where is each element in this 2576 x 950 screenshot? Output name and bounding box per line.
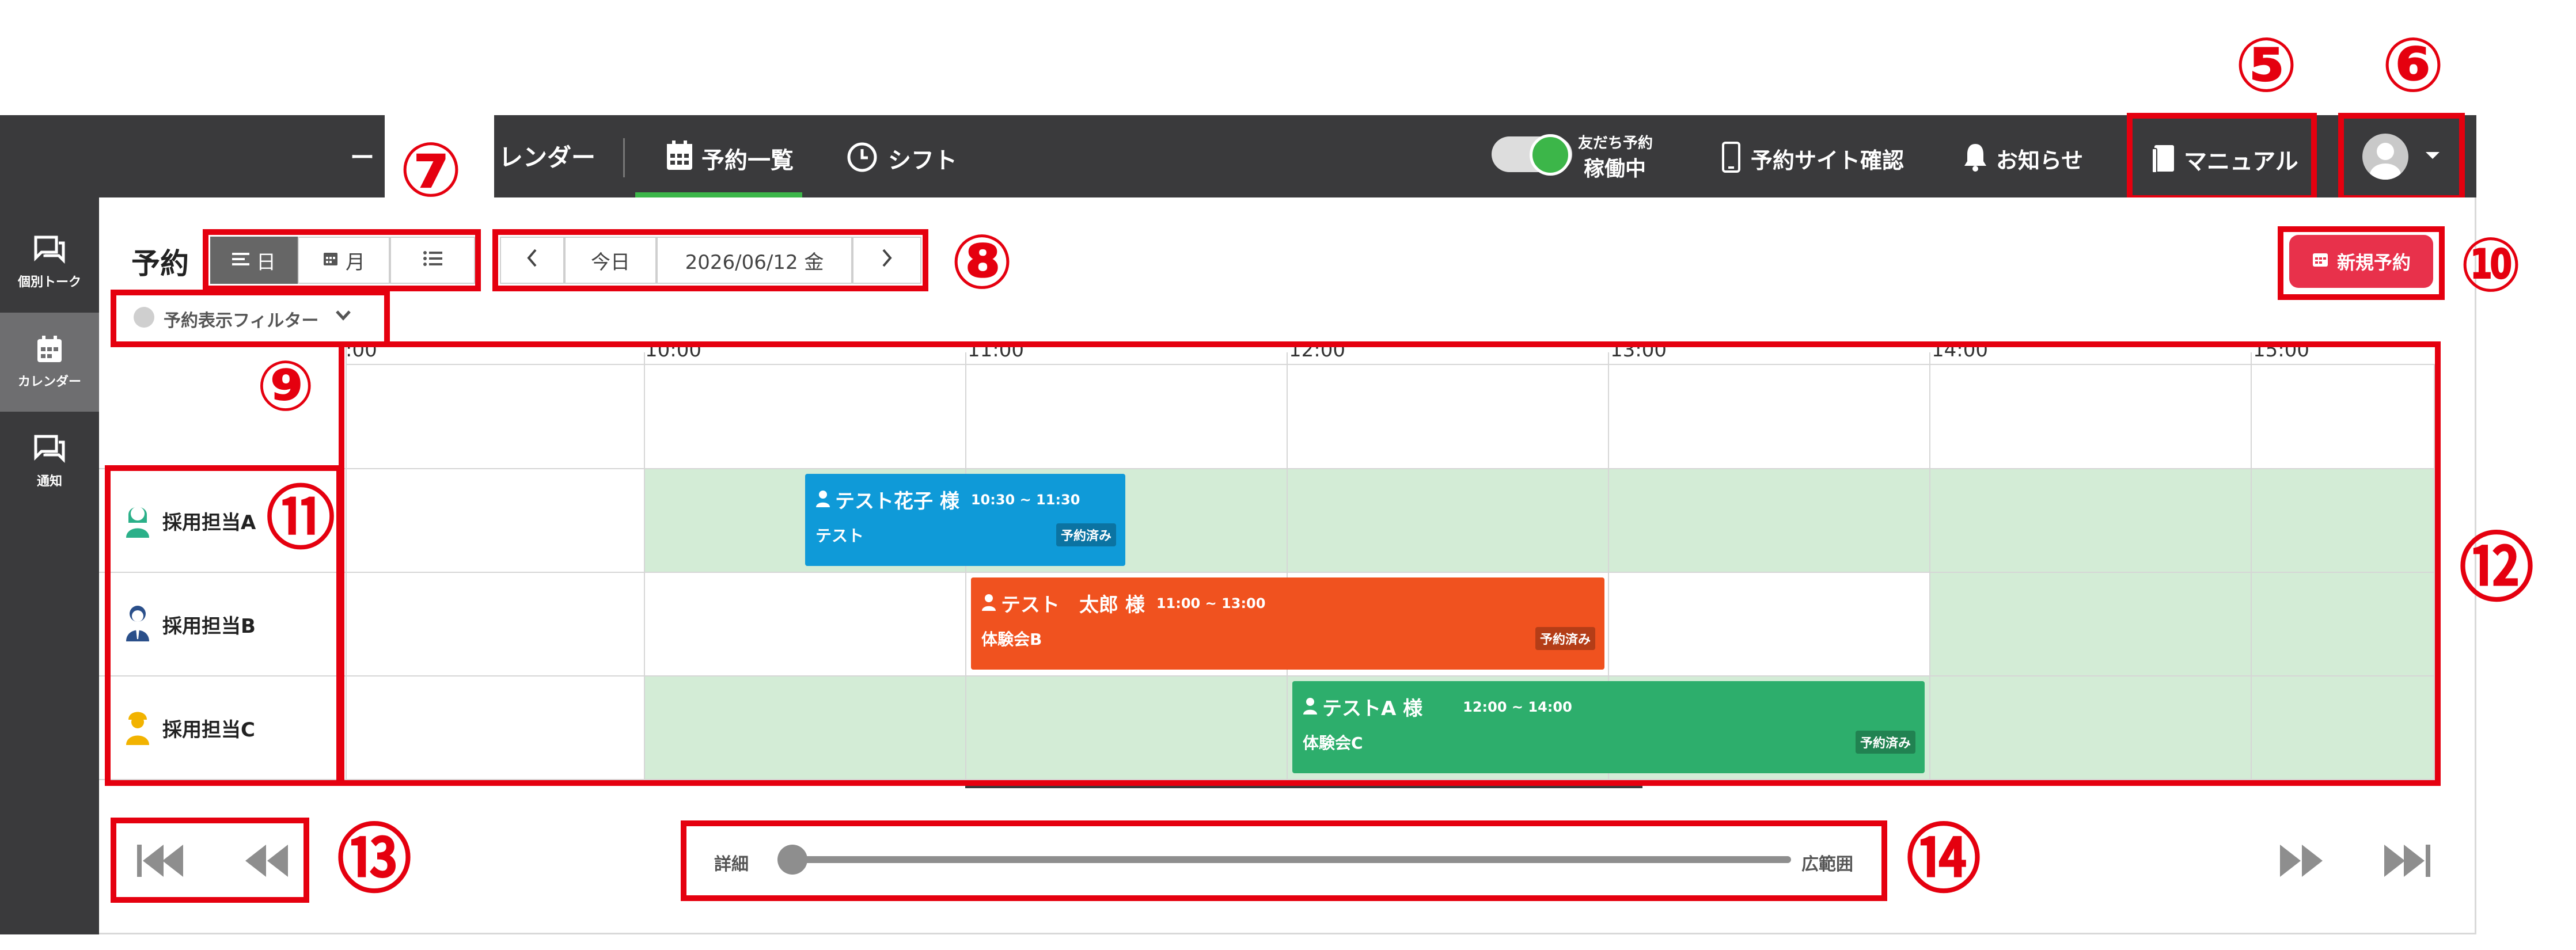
zoom-slider-thumb[interactable] <box>777 845 807 875</box>
rewind-icon[interactable] <box>242 842 290 881</box>
page-title: 予約 <box>131 247 189 280</box>
nav-site-check[interactable]: 予約サイト確認 <box>1751 143 1904 174</box>
friend-booking-status: 稼働中 <box>1584 157 1646 181</box>
sidebar-item-calendar[interactable]: カレンダー <box>0 313 99 412</box>
jump-start-icon[interactable] <box>136 842 184 881</box>
next-day-button[interactable] <box>852 237 921 284</box>
prev-day-button[interactable] <box>500 237 564 284</box>
annotation-5: ⑤ <box>2234 21 2298 109</box>
zoom-min-label: 詳細 <box>714 854 749 875</box>
annotation-8: ⑧ <box>950 218 1014 306</box>
active-tab-underline <box>635 192 802 197</box>
toggle-knob <box>1530 134 1571 176</box>
nav-divider <box>623 138 625 177</box>
annotation-7: ⑦ <box>399 126 463 214</box>
chat-icon <box>33 434 66 465</box>
staff-name: 採用担当C <box>162 719 255 742</box>
fast-forward-icon[interactable] <box>2278 842 2326 881</box>
annotation-6: ⑥ <box>2381 21 2445 109</box>
view-month-label: 月 <box>346 250 365 274</box>
sidebar-item-label: 個別トーク <box>17 275 81 290</box>
chevron-down-icon[interactable] <box>2426 152 2440 159</box>
sidebar-item-talk[interactable]: 個別トーク <box>0 213 99 312</box>
book-icon <box>2151 144 2176 174</box>
phone-icon <box>1722 142 1740 173</box>
clock-icon <box>847 142 878 173</box>
annotation-14: ⑭ <box>1906 816 1982 903</box>
friend-booking-label: 友だち予約 <box>1578 135 1653 152</box>
calendar-icon <box>665 139 694 172</box>
today-label: 今日 <box>591 250 630 274</box>
sidebar-item-notice[interactable]: 通知 <box>0 412 99 511</box>
staff-name: 採用担当B <box>162 615 256 638</box>
chevron-left-icon <box>526 249 538 272</box>
new-booking-button[interactable]: 新規予約 <box>2289 235 2433 288</box>
sidebar-item-label: 通知 <box>36 474 62 489</box>
list-lines-icon <box>232 249 249 272</box>
calendar-icon <box>2312 250 2329 272</box>
chat-icon <box>33 235 66 266</box>
jump-end-icon[interactable] <box>2383 842 2431 881</box>
nav-tab-partial[interactable]: ー <box>350 138 374 173</box>
bell-icon <box>1963 142 1988 173</box>
nav-tab-reservation-list[interactable]: 予約一覧 <box>701 142 794 175</box>
nav-tab-shift[interactable]: シフト <box>888 142 957 175</box>
avatar[interactable] <box>2362 134 2408 180</box>
staff-name: 採用担当A <box>162 511 256 534</box>
filter-toggle[interactable]: 予約表示フィルター <box>164 306 318 332</box>
date-label: 2026/06/12 金 <box>685 250 824 274</box>
view-day-label: 日 <box>256 250 276 274</box>
view-month-button[interactable]: 月 <box>298 237 390 284</box>
friend-booking-toggle[interactable] <box>1492 134 1572 176</box>
staff-avatar-icon <box>124 603 151 644</box>
list-icon <box>423 249 442 272</box>
staff-avatar-icon <box>124 707 151 747</box>
annotation-12: ⑫ <box>2459 525 2535 612</box>
manual-button[interactable]: マニュアル <box>2184 143 2298 176</box>
annotation-9: ⑨ <box>256 347 315 427</box>
filter-indicator <box>134 307 154 328</box>
annotation-11: ⑪ <box>266 479 335 559</box>
sidebar-item-label: カレンダー <box>17 375 81 389</box>
date-display[interactable]: 2026/06/12 金 <box>657 237 852 284</box>
view-list-button[interactable] <box>390 237 475 284</box>
annotation-box-12 <box>339 341 2441 786</box>
zoom-max-label: 広範囲 <box>1801 854 1853 875</box>
calendar-icon <box>323 249 339 272</box>
nav-tab-calendar[interactable]: レンダー <box>499 138 595 173</box>
calendar-icon <box>36 335 63 366</box>
today-button[interactable]: 今日 <box>564 237 657 284</box>
view-day-button[interactable]: 日 <box>210 237 298 284</box>
new-booking-label: 新規予約 <box>2336 252 2411 273</box>
annotation-10: ⑩ <box>2459 221 2523 309</box>
chevron-right-icon <box>881 249 893 272</box>
nav-news[interactable]: お知らせ <box>1996 143 2083 174</box>
zoom-slider-track[interactable] <box>777 845 1791 875</box>
staff-avatar-icon <box>124 500 151 540</box>
annotation-13: ⑬ <box>337 816 412 903</box>
chevron-down-icon[interactable] <box>335 310 351 324</box>
